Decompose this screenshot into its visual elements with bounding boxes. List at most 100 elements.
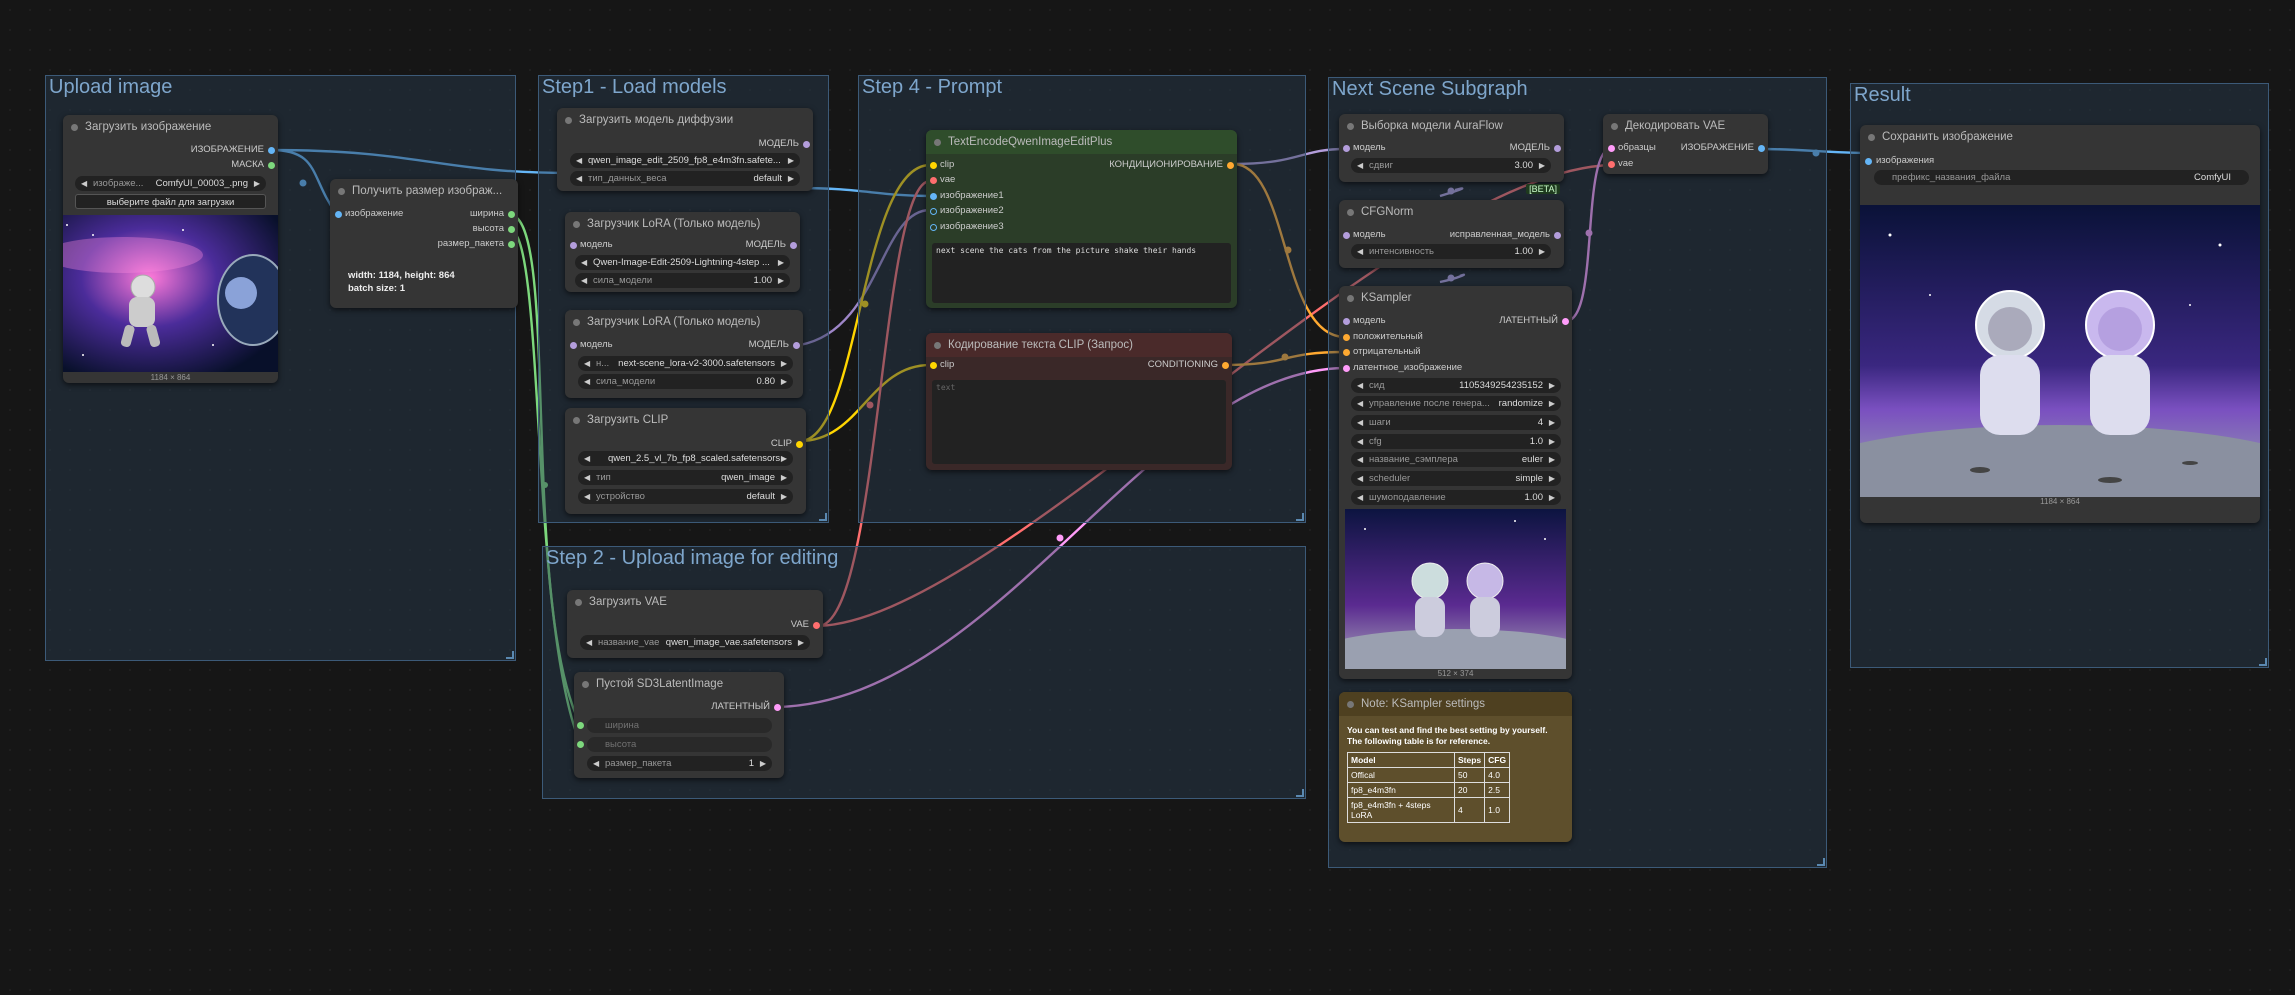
node-lora-loader-2[interactable]: Загрузчик LoRA (Только модель) модель МО… xyxy=(565,310,803,398)
input-vae-socket[interactable] xyxy=(930,177,937,184)
input-vae-socket[interactable] xyxy=(1608,161,1615,168)
node-title[interactable]: Сохранить изображение xyxy=(1860,125,2260,149)
input-negative-socket[interactable] xyxy=(1343,349,1350,356)
output-width-socket[interactable] xyxy=(508,211,515,218)
arrow-right-icon[interactable]: ▶ xyxy=(1539,158,1545,173)
arrow-left-icon[interactable]: ◀ xyxy=(584,489,590,504)
output-model-socket[interactable] xyxy=(790,242,797,249)
lora-name-combo[interactable]: ◀ Qwen-Image-Edit-2509-Lightning-4step ..… xyxy=(575,255,790,270)
collapse-dot[interactable] xyxy=(1347,209,1354,216)
arrow-right-icon[interactable]: ▶ xyxy=(781,374,787,389)
group-resize-handle[interactable] xyxy=(506,651,514,659)
output-clip-socket[interactable] xyxy=(796,441,803,448)
input-image3-socket[interactable] xyxy=(930,224,937,231)
arrow-right-icon[interactable]: ▶ xyxy=(781,470,787,485)
collapse-dot[interactable] xyxy=(573,417,580,424)
arrow-left-icon[interactable]: ◀ xyxy=(81,176,87,191)
node-vae-decode[interactable]: Декодировать VAE образцы vae ИЗОБРАЖЕНИЕ xyxy=(1603,114,1768,174)
arrow-left-icon[interactable]: ◀ xyxy=(584,356,590,371)
output-latent-socket[interactable] xyxy=(1562,318,1569,325)
arrow-right-icon[interactable]: ▶ xyxy=(778,255,784,270)
node-title[interactable]: Note: KSampler settings xyxy=(1339,692,1572,716)
filename-prefix-field[interactable]: префикс_названия_файла ComfyUI xyxy=(1874,170,2249,185)
arrow-left-icon[interactable]: ◀ xyxy=(1357,471,1363,486)
text-textarea[interactable]: text xyxy=(932,380,1226,464)
arrow-right-icon[interactable]: ▶ xyxy=(1549,452,1555,467)
cfg-field[interactable]: ◀ cfg 1.0 ▶ xyxy=(1351,434,1561,449)
input-model-socket[interactable] xyxy=(1343,232,1350,239)
collapse-dot[interactable] xyxy=(582,681,589,688)
arrow-right-icon[interactable]: ▶ xyxy=(1549,471,1555,486)
arrow-right-icon[interactable]: ▶ xyxy=(781,356,787,371)
collapse-dot[interactable] xyxy=(1347,123,1354,130)
arrow-right-icon[interactable]: ▶ xyxy=(1549,378,1555,393)
group-resize-handle[interactable] xyxy=(1296,513,1304,521)
output-conditioning-socket[interactable] xyxy=(1227,162,1234,169)
output-image-socket[interactable] xyxy=(268,147,275,154)
arrow-right-icon[interactable]: ▶ xyxy=(788,153,794,168)
collapse-dot[interactable] xyxy=(1611,123,1618,130)
collapse-dot[interactable] xyxy=(565,117,572,124)
output-mask-socket[interactable] xyxy=(268,162,275,169)
output-model-socket[interactable] xyxy=(803,141,810,148)
node-title[interactable]: Получить размер изображ... xyxy=(330,179,518,203)
node-title[interactable]: Загрузчик LoRA (Только модель) xyxy=(565,310,803,334)
node-load-image[interactable]: Загрузить изображение ИЗОБРАЖЕНИЕ МАСКА … xyxy=(63,115,278,383)
sampler-name-combo[interactable]: ◀ название_сэмплера euler ▶ xyxy=(1351,452,1561,467)
collapse-dot[interactable] xyxy=(1868,134,1875,141)
node-title[interactable]: Кодирование текста CLIP (Запрос) xyxy=(926,333,1232,357)
steps-field[interactable]: ◀ шаги 4 ▶ xyxy=(1351,415,1561,430)
width-field[interactable]: ширина xyxy=(587,718,772,733)
node-title[interactable]: CFGNorm xyxy=(1339,200,1564,224)
node-title[interactable]: Пустой SD3LatentImage xyxy=(574,672,784,696)
collapse-dot[interactable] xyxy=(575,599,582,606)
node-title[interactable]: Загрузить модель диффузии xyxy=(557,108,813,132)
node-note-ksampler-settings[interactable]: Note: KSampler settings You can test and… xyxy=(1339,692,1572,842)
node-title[interactable]: TextEncodeQwenImageEditPlus xyxy=(926,130,1237,154)
node-title[interactable]: Загрузить CLIP xyxy=(565,408,806,432)
arrow-right-icon[interactable]: ▶ xyxy=(781,489,787,504)
node-model-sampling-auraflow[interactable]: Выборка модели AuraFlow модель МОДЕЛЬ ◀ с… xyxy=(1339,114,1564,194)
arrow-left-icon[interactable]: ◀ xyxy=(1357,415,1363,430)
seed-field[interactable]: ◀ сид 1105349254235152 ▶ xyxy=(1351,378,1561,393)
output-model-socket[interactable] xyxy=(793,342,800,349)
node-title[interactable]: Декодировать VAE xyxy=(1603,114,1768,138)
group-resize-handle[interactable] xyxy=(1296,789,1304,797)
node-title[interactable]: Загрузить VAE xyxy=(567,590,823,614)
weight-dtype-combo[interactable]: ◀ тип_данных_веса default ▶ xyxy=(570,171,800,186)
output-model-socket[interactable] xyxy=(1554,145,1561,152)
input-width-socket[interactable] xyxy=(577,722,584,729)
arrow-right-icon[interactable]: ▶ xyxy=(778,273,784,288)
node-load-clip[interactable]: Загрузить CLIP CLIP ◀ qwen_2.5_vl_7b_fp8_… xyxy=(565,408,806,514)
arrow-left-icon[interactable]: ◀ xyxy=(581,255,587,270)
node-title[interactable]: Загрузчик LoRA (Только модель) xyxy=(565,212,800,236)
prompt-textarea[interactable]: next scene the cats from the picture sha… xyxy=(932,243,1231,303)
node-clip-text-encode[interactable]: Кодирование текста CLIP (Запрос) clip CO… xyxy=(926,333,1232,470)
node-empty-sd3-latent[interactable]: Пустой SD3LatentImage ЛАТЕНТНЫЙ ширина в… xyxy=(574,672,784,778)
lora-name-combo[interactable]: ◀ н... next-scene_lora-v2-3000.safetensors… xyxy=(578,356,793,371)
arrow-right-icon[interactable]: ▶ xyxy=(1539,244,1545,259)
arrow-right-icon[interactable]: ▶ xyxy=(1549,490,1555,505)
group-resize-handle[interactable] xyxy=(1817,858,1825,866)
shift-slider[interactable]: ◀ сдвиг 3.00 ▶ xyxy=(1351,158,1551,173)
input-latent-socket[interactable] xyxy=(1343,365,1350,372)
arrow-left-icon[interactable]: ◀ xyxy=(581,273,587,288)
output-height-socket[interactable] xyxy=(508,226,515,233)
node-title[interactable]: KSampler xyxy=(1339,286,1572,310)
arrow-left-icon[interactable]: ◀ xyxy=(584,470,590,485)
collapse-dot[interactable] xyxy=(1347,701,1354,708)
output-model-socket[interactable] xyxy=(1554,232,1561,239)
strength-model-slider[interactable]: ◀ сила_модели 0.80 ▶ xyxy=(578,374,793,389)
collapse-dot[interactable] xyxy=(573,221,580,228)
node-ksampler[interactable]: KSampler модель положительный отрицатель… xyxy=(1339,286,1572,679)
arrow-right-icon[interactable]: ▶ xyxy=(254,176,260,191)
input-clip-socket[interactable] xyxy=(930,362,937,369)
unet-name-combo[interactable]: ◀ qwen_image_edit_2509_fp8_e4m3fn.safete.… xyxy=(570,153,800,168)
arrow-left-icon[interactable]: ◀ xyxy=(1357,452,1363,467)
input-model-socket[interactable] xyxy=(570,242,577,249)
height-field[interactable]: высота xyxy=(587,737,772,752)
collapse-dot[interactable] xyxy=(338,188,345,195)
arrow-right-icon[interactable]: ▶ xyxy=(1549,396,1555,411)
arrow-left-icon[interactable]: ◀ xyxy=(1357,244,1363,259)
upload-file-button[interactable]: выберите файл для загрузки xyxy=(75,194,266,209)
